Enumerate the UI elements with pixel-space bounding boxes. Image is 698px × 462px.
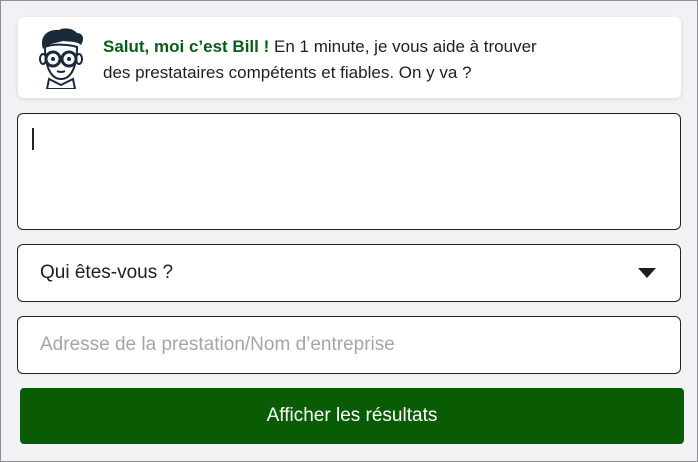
- who-are-you-value: Qui êtes-vous ?: [40, 262, 174, 283]
- address-input[interactable]: [18, 317, 680, 373]
- address-field[interactable]: [17, 316, 681, 374]
- assistant-name: Salut, moi c’est Bill !: [103, 37, 270, 56]
- intro-bubble: Salut, moi c’est Bill ! En 1 minute, je …: [18, 17, 681, 98]
- intro-line-1: En 1 minute, je vous aide à trouver: [274, 37, 537, 56]
- who-are-you-select[interactable]: Qui êtes-vous ?: [17, 244, 681, 302]
- caret-down-icon: [638, 268, 656, 278]
- text-caret: [32, 128, 34, 150]
- intro-line-2: des prestataires compétents et fiables. …: [103, 63, 472, 82]
- show-results-button[interactable]: Afficher les résultats: [20, 388, 684, 444]
- request-textarea[interactable]: [17, 113, 681, 230]
- intro-message: Salut, moi c’est Bill ! En 1 minute, je …: [103, 34, 663, 86]
- bill-avatar-icon: [33, 27, 89, 90]
